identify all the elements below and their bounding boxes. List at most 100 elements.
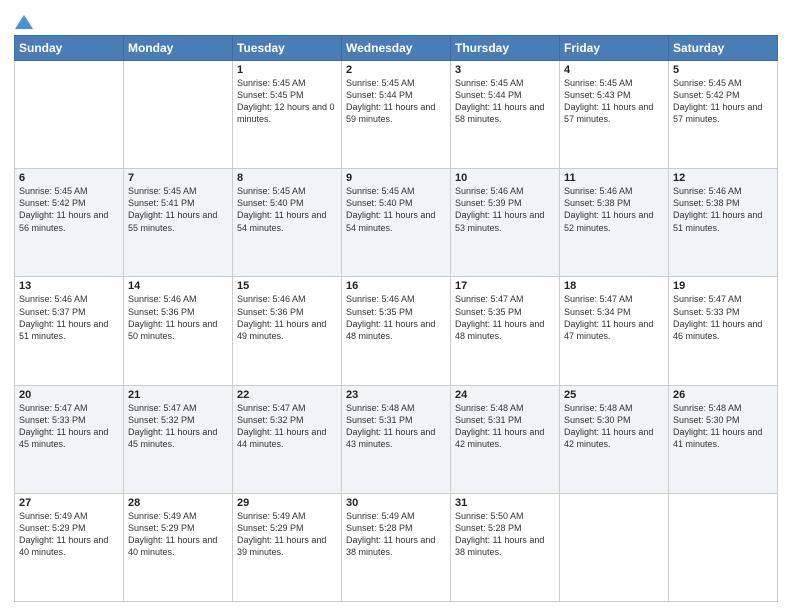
- sunset-text: Sunset: 5:31 PM: [455, 415, 522, 425]
- calendar-week-row: 1 Sunrise: 5:45 AM Sunset: 5:45 PM Dayli…: [15, 61, 778, 169]
- day-number: 20: [19, 389, 119, 401]
- sunset-text: Sunset: 5:30 PM: [673, 415, 740, 425]
- sunset-text: Sunset: 5:37 PM: [19, 307, 86, 317]
- day-info: Sunrise: 5:49 AM Sunset: 5:29 PM Dayligh…: [237, 510, 337, 559]
- sunset-text: Sunset: 5:36 PM: [237, 307, 304, 317]
- sunrise-text: Sunrise: 5:48 AM: [346, 403, 415, 413]
- day-info: Sunrise: 5:47 AM Sunset: 5:33 PM Dayligh…: [673, 293, 773, 342]
- calendar-day-cell: [15, 61, 124, 169]
- sunset-text: Sunset: 5:44 PM: [455, 90, 522, 100]
- sunrise-text: Sunrise: 5:46 AM: [564, 186, 633, 196]
- daylight-text: Daylight: 11 hours and 42 minutes.: [564, 427, 653, 449]
- daylight-text: Daylight: 11 hours and 38 minutes.: [455, 535, 544, 557]
- day-info: Sunrise: 5:47 AM Sunset: 5:33 PM Dayligh…: [19, 402, 119, 451]
- daylight-text: Daylight: 11 hours and 48 minutes.: [346, 319, 435, 341]
- daylight-text: Daylight: 11 hours and 47 minutes.: [564, 319, 653, 341]
- calendar-day-cell: 20 Sunrise: 5:47 AM Sunset: 5:33 PM Dayl…: [15, 385, 124, 493]
- day-number: 28: [128, 497, 228, 509]
- day-number: 24: [455, 389, 555, 401]
- daylight-text: Daylight: 11 hours and 40 minutes.: [128, 535, 217, 557]
- calendar-day-cell: 14 Sunrise: 5:46 AM Sunset: 5:36 PM Dayl…: [124, 277, 233, 385]
- sunrise-text: Sunrise: 5:46 AM: [19, 294, 88, 304]
- sunset-text: Sunset: 5:41 PM: [128, 198, 195, 208]
- calendar-day-cell: 19 Sunrise: 5:47 AM Sunset: 5:33 PM Dayl…: [669, 277, 778, 385]
- sunset-text: Sunset: 5:30 PM: [564, 415, 631, 425]
- day-number: 22: [237, 389, 337, 401]
- sunrise-text: Sunrise: 5:45 AM: [346, 186, 415, 196]
- daylight-text: Daylight: 11 hours and 42 minutes.: [455, 427, 544, 449]
- day-number: 6: [19, 172, 119, 184]
- sunrise-text: Sunrise: 5:49 AM: [237, 511, 306, 521]
- calendar-day-cell: 9 Sunrise: 5:45 AM Sunset: 5:40 PM Dayli…: [342, 169, 451, 277]
- sunrise-text: Sunrise: 5:46 AM: [128, 294, 197, 304]
- daylight-text: Daylight: 11 hours and 56 minutes.: [19, 210, 108, 232]
- calendar-day-cell: 10 Sunrise: 5:46 AM Sunset: 5:39 PM Dayl…: [451, 169, 560, 277]
- sunrise-text: Sunrise: 5:46 AM: [346, 294, 415, 304]
- daylight-text: Daylight: 11 hours and 41 minutes.: [673, 427, 762, 449]
- calendar-week-row: 27 Sunrise: 5:49 AM Sunset: 5:29 PM Dayl…: [15, 493, 778, 601]
- sunset-text: Sunset: 5:29 PM: [19, 523, 86, 533]
- calendar-day-cell: [124, 61, 233, 169]
- day-info: Sunrise: 5:45 AM Sunset: 5:40 PM Dayligh…: [237, 185, 337, 234]
- sunset-text: Sunset: 5:28 PM: [455, 523, 522, 533]
- sunset-text: Sunset: 5:34 PM: [564, 307, 631, 317]
- calendar-day-cell: 26 Sunrise: 5:48 AM Sunset: 5:30 PM Dayl…: [669, 385, 778, 493]
- sunrise-text: Sunrise: 5:45 AM: [564, 78, 633, 88]
- sunset-text: Sunset: 5:29 PM: [128, 523, 195, 533]
- sunrise-text: Sunrise: 5:47 AM: [19, 403, 88, 413]
- day-number: 17: [455, 280, 555, 292]
- sunrise-text: Sunrise: 5:45 AM: [128, 186, 197, 196]
- sunset-text: Sunset: 5:32 PM: [128, 415, 195, 425]
- calendar-day-cell: 1 Sunrise: 5:45 AM Sunset: 5:45 PM Dayli…: [233, 61, 342, 169]
- day-number: 11: [564, 172, 664, 184]
- calendar-week-row: 13 Sunrise: 5:46 AM Sunset: 5:37 PM Dayl…: [15, 277, 778, 385]
- sunset-text: Sunset: 5:33 PM: [673, 307, 740, 317]
- sunrise-text: Sunrise: 5:45 AM: [237, 186, 306, 196]
- daylight-text: Daylight: 11 hours and 57 minutes.: [564, 102, 653, 124]
- day-info: Sunrise: 5:47 AM Sunset: 5:35 PM Dayligh…: [455, 293, 555, 342]
- day-info: Sunrise: 5:46 AM Sunset: 5:36 PM Dayligh…: [237, 293, 337, 342]
- sunrise-text: Sunrise: 5:47 AM: [673, 294, 742, 304]
- sunset-text: Sunset: 5:42 PM: [19, 198, 86, 208]
- daylight-text: Daylight: 12 hours and 0 minutes.: [237, 102, 335, 124]
- sunset-text: Sunset: 5:36 PM: [128, 307, 195, 317]
- daylight-text: Daylight: 11 hours and 57 minutes.: [673, 102, 762, 124]
- day-info: Sunrise: 5:47 AM Sunset: 5:34 PM Dayligh…: [564, 293, 664, 342]
- sunrise-text: Sunrise: 5:46 AM: [237, 294, 306, 304]
- sunset-text: Sunset: 5:29 PM: [237, 523, 304, 533]
- day-info: Sunrise: 5:47 AM Sunset: 5:32 PM Dayligh…: [128, 402, 228, 451]
- calendar-day-cell: 7 Sunrise: 5:45 AM Sunset: 5:41 PM Dayli…: [124, 169, 233, 277]
- calendar-day-cell: 5 Sunrise: 5:45 AM Sunset: 5:42 PM Dayli…: [669, 61, 778, 169]
- calendar-day-cell: 6 Sunrise: 5:45 AM Sunset: 5:42 PM Dayli…: [15, 169, 124, 277]
- day-number: 3: [455, 64, 555, 76]
- daylight-text: Daylight: 11 hours and 44 minutes.: [237, 427, 326, 449]
- day-info: Sunrise: 5:45 AM Sunset: 5:44 PM Dayligh…: [346, 77, 446, 126]
- sunrise-text: Sunrise: 5:45 AM: [673, 78, 742, 88]
- day-number: 31: [455, 497, 555, 509]
- daylight-text: Daylight: 11 hours and 58 minutes.: [455, 102, 544, 124]
- daylight-text: Daylight: 11 hours and 40 minutes.: [19, 535, 108, 557]
- daylight-text: Daylight: 11 hours and 51 minutes.: [673, 210, 762, 232]
- sunrise-text: Sunrise: 5:47 AM: [128, 403, 197, 413]
- sunset-text: Sunset: 5:40 PM: [237, 198, 304, 208]
- day-number: 15: [237, 280, 337, 292]
- day-number: 27: [19, 497, 119, 509]
- sunrise-text: Sunrise: 5:48 AM: [455, 403, 524, 413]
- day-info: Sunrise: 5:46 AM Sunset: 5:39 PM Dayligh…: [455, 185, 555, 234]
- day-of-week-header: Saturday: [669, 36, 778, 61]
- daylight-text: Daylight: 11 hours and 45 minutes.: [19, 427, 108, 449]
- daylight-text: Daylight: 11 hours and 46 minutes.: [673, 319, 762, 341]
- day-info: Sunrise: 5:47 AM Sunset: 5:32 PM Dayligh…: [237, 402, 337, 451]
- sunrise-text: Sunrise: 5:45 AM: [455, 78, 524, 88]
- day-info: Sunrise: 5:46 AM Sunset: 5:36 PM Dayligh…: [128, 293, 228, 342]
- calendar-day-cell: 16 Sunrise: 5:46 AM Sunset: 5:35 PM Dayl…: [342, 277, 451, 385]
- day-info: Sunrise: 5:45 AM Sunset: 5:41 PM Dayligh…: [128, 185, 228, 234]
- sunrise-text: Sunrise: 5:49 AM: [346, 511, 415, 521]
- day-number: 10: [455, 172, 555, 184]
- day-info: Sunrise: 5:49 AM Sunset: 5:29 PM Dayligh…: [128, 510, 228, 559]
- day-info: Sunrise: 5:49 AM Sunset: 5:28 PM Dayligh…: [346, 510, 446, 559]
- logo-blue: [14, 10, 33, 33]
- calendar-day-cell: 25 Sunrise: 5:48 AM Sunset: 5:30 PM Dayl…: [560, 385, 669, 493]
- sunrise-text: Sunrise: 5:49 AM: [19, 511, 88, 521]
- sunset-text: Sunset: 5:38 PM: [564, 198, 631, 208]
